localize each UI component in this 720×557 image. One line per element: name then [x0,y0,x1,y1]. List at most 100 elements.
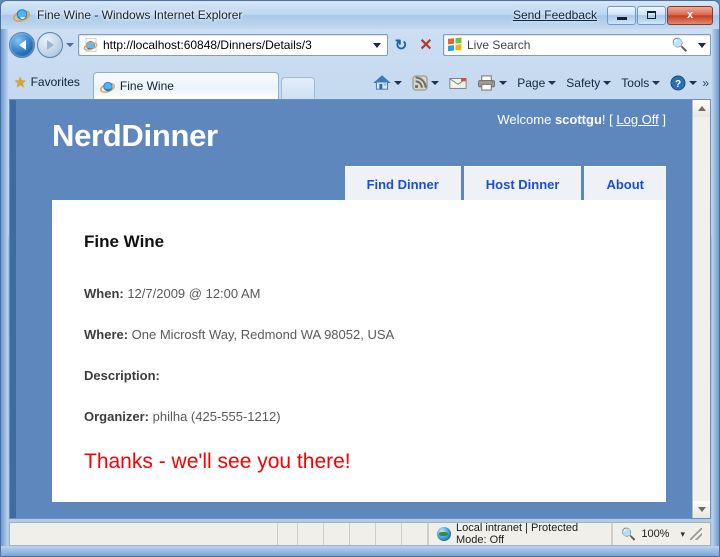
star-icon: ★ [14,73,27,90]
forward-button[interactable] [37,32,63,58]
organizer-value: philha (425-555-1212) [149,409,281,424]
welcome-end: ] [658,112,666,127]
page-chevron-down-icon[interactable] [548,81,557,85]
print-chevron-down-icon[interactable] [499,81,508,85]
status-spacer-2 [298,523,324,545]
ie-logo-icon [13,6,31,24]
where-value: One Microsft Way, Redmond WA 98052, USA [128,327,395,342]
tab-title: Fine Wine [119,79,174,93]
tools-chevron-down-icon[interactable] [652,81,661,85]
home-button[interactable] [368,71,407,95]
tools-menu-button[interactable]: Tools [616,71,665,95]
dinner-organizer-row: Organizer: philha (425-555-1212) [84,409,634,424]
back-button[interactable] [9,32,35,58]
close-button[interactable]: x [667,5,713,25]
page-favicon-icon [83,38,98,52]
zoom-level-label: 100% [641,528,670,540]
search-input[interactable]: Live Search [467,38,672,52]
security-zone-text: Local intranet | Protected Mode: Off [456,522,579,546]
favorites-label: Favorites [30,75,80,89]
title-bar: Fine Wine - Windows Internet Explorer Se… [1,1,719,29]
read-mail-button[interactable] [444,71,472,95]
dinner-details-panel: Fine Wine When: 12/7/2009 @ 12:00 AM Whe… [52,200,666,502]
nav-item-find-dinner[interactable]: Find Dinner [344,166,461,202]
dinner-when-row: When: 12/7/2009 @ 12:00 AM [84,286,634,301]
search-box[interactable]: Live Search 🔍 [443,34,711,56]
address-bar[interactable]: http://localhost:60848/Dinners/Details/3 [78,34,388,56]
home-icon [373,75,391,90]
status-bar: Local intranet | Protected Mode: Off 🔍 1… [9,522,711,546]
browser-tab-fine-wine[interactable]: Fine Wine [92,72,279,99]
scrollbar-up-button[interactable] [693,100,710,117]
tools-menu-label: Tools [621,76,650,90]
welcome-prefix: Welcome [497,112,555,127]
tab-favicon-icon [99,81,115,93]
page-vertical-scrollbar[interactable] [692,100,710,518]
print-icon [478,75,496,91]
mail-icon [449,78,467,89]
live-search-icon [448,37,462,52]
site-nav: Find Dinner Host Dinner About [344,166,666,202]
maximize-icon [647,11,656,19]
status-spacer-4 [350,523,376,545]
log-off-link[interactable]: Log Off [616,112,658,127]
feeds-icon [412,75,428,91]
favorites-button[interactable]: ★ Favorites [9,70,89,94]
refresh-button[interactable]: ↻ [389,33,413,57]
page-menu-button[interactable]: Page [512,71,561,95]
new-tab-button[interactable] [280,77,315,99]
where-label: Where: [84,327,129,342]
safety-menu-label: Safety [566,76,601,90]
status-message-cell [10,523,279,545]
minimize-icon [616,16,627,20]
page-viewport: NerdDinner Welcome scottgu! [ Log Off ] … [9,99,711,519]
command-bar: Page Safety Tools ? » [368,71,711,95]
address-url-text: http://localhost:60848/Dinners/Details/3 [103,38,312,52]
welcome-block: Welcome scottgu! [ Log Off ] [497,112,666,127]
welcome-suffix: ! [ [601,112,617,127]
zoom-magnifier-icon: 🔍 [621,527,637,541]
print-button[interactable] [472,71,512,95]
help-menu-button[interactable]: ? [665,71,702,95]
browser-window: Fine Wine - Windows Internet Explorer Se… [0,0,720,557]
svg-text:?: ? [675,79,681,90]
status-spacer-6 [402,523,429,545]
address-chevron-down-icon[interactable] [368,35,385,55]
help-icon: ? [670,75,686,91]
help-chevron-down-icon[interactable] [689,81,698,85]
site-logo[interactable]: NerdDinner [52,118,218,154]
description-label: Description: [84,368,160,383]
home-chevron-down-icon[interactable] [394,81,403,85]
security-zone-indicator[interactable]: Local intranet | Protected Mode: Off [428,522,613,546]
safety-menu-button[interactable]: Safety [561,71,616,95]
site-header: NerdDinner Welcome scottgu! [ Log Off ] … [16,100,692,202]
feeds-button[interactable] [407,71,444,95]
scrollbar-down-button[interactable] [693,501,710,518]
resize-grip-icon[interactable] [690,528,702,540]
safety-chevron-down-icon[interactable] [603,81,612,85]
minimize-button[interactable] [607,5,636,25]
welcome-username: scottgu [554,112,602,127]
stop-button[interactable]: ✕ [414,33,438,57]
zoom-chevron-down-icon[interactable]: ▾ [674,529,685,540]
nav-item-about[interactable]: About [584,166,666,202]
command-overflow-button[interactable]: » [702,76,711,90]
dinner-title: Fine Wine [84,232,165,251]
dinner-where-row: Where: One Microsft Way, Redmond WA 9805… [84,327,634,342]
scroll-up-icon [697,106,706,111]
organizer-label: Organizer: [84,409,150,424]
window-title: Fine Wine - Windows Internet Explorer [37,8,243,22]
nav-item-host-dinner[interactable]: Host Dinner [463,166,582,202]
tab-and-command-bar: ★ Favorites Fine Wine Page Safety Tools … [1,61,719,99]
zoom-control[interactable]: 🔍 100% ▾ [612,523,710,545]
search-magnifier-icon[interactable]: 🔍 [672,37,688,53]
when-label: When: [84,286,124,301]
window-frame-bottom [1,546,719,556]
maximize-button[interactable] [637,5,666,25]
thanks-message: Thanks - we'll see you there! [84,450,351,473]
send-feedback-link[interactable]: Send Feedback [513,8,606,22]
feeds-chevron-down-icon[interactable] [431,81,440,85]
recent-pages-chevron-down-icon[interactable] [66,43,74,47]
search-provider-chevron-down-icon[interactable] [693,35,710,55]
window-controls: x [606,4,719,26]
